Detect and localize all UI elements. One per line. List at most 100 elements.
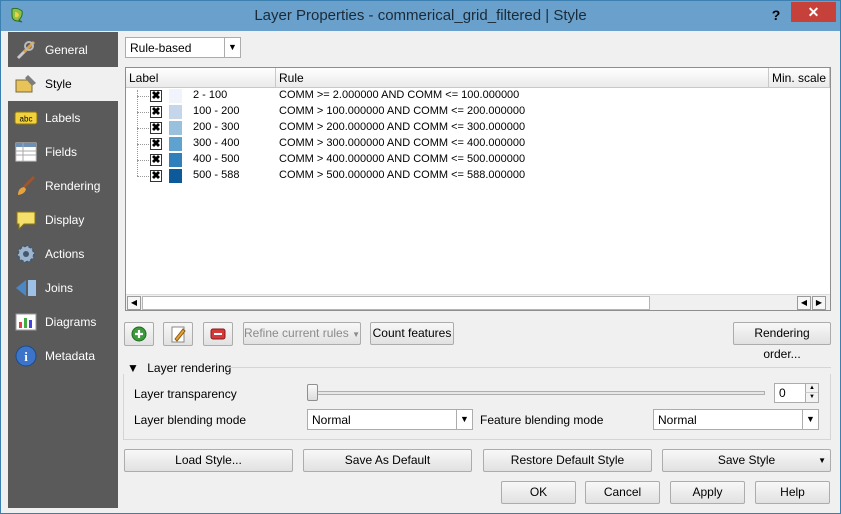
tree-branch-line	[137, 96, 151, 97]
edit-icon	[171, 326, 186, 343]
symbol-swatch[interactable]	[169, 153, 182, 167]
feature-blending-select[interactable]: Normal ▼	[653, 409, 819, 430]
metadata-info-icon: i	[15, 345, 37, 367]
transparency-value: 0	[779, 386, 786, 400]
rule-checkbox[interactable]: ✖	[150, 138, 162, 150]
column-header-label[interactable]: Label	[126, 68, 276, 88]
sidebar-item-rendering[interactable]: Rendering	[8, 169, 118, 203]
refine-rules-label: Refine current rules	[244, 326, 349, 340]
rule-checkbox[interactable]: ✖	[150, 122, 162, 134]
layer-blending-value: Normal	[312, 413, 351, 427]
rules-tree[interactable]: Label Rule Min. scale ✖ 2 - 100 COMM >= …	[125, 67, 831, 311]
symbol-swatch[interactable]	[169, 89, 182, 103]
save-style-button[interactable]: Save Style ▼	[662, 449, 831, 472]
sidebar-item-metadata[interactable]: i Metadata	[8, 339, 118, 373]
sidebar-item-joins[interactable]: Joins	[8, 271, 118, 305]
symbol-swatch[interactable]	[169, 169, 182, 183]
group-divider	[227, 367, 831, 368]
horizontal-scrollbar[interactable]: ◀ ◀ ▶	[126, 294, 830, 310]
rule-checkbox[interactable]: ✖	[150, 170, 162, 182]
context-help-button[interactable]: ?	[765, 5, 787, 25]
sidebar-item-diagrams[interactable]: Diagrams	[8, 305, 118, 339]
add-icon	[131, 326, 147, 342]
save-as-default-button[interactable]: Save As Default	[303, 449, 472, 472]
sidebar-item-fields[interactable]: Fields	[8, 135, 118, 169]
sidebar-item-label: Style	[45, 77, 72, 91]
layer-rendering-group-header[interactable]: ▼ Layer rendering	[127, 361, 231, 375]
symbol-swatch[interactable]	[169, 121, 182, 135]
rendering-order-button[interactable]: Rendering order...	[733, 322, 831, 361]
layer-blending-select[interactable]: Normal ▼	[307, 409, 473, 430]
table-row[interactable]: ✖ 2 - 100 COMM >= 2.000000 AND COMM <= 1…	[126, 88, 830, 104]
layer-blending-label: Layer blending mode	[134, 413, 247, 427]
rule-checkbox[interactable]: ✖	[150, 106, 162, 118]
sidebar-item-actions[interactable]: Actions	[8, 237, 118, 271]
help-button[interactable]: Help	[755, 481, 830, 504]
ok-button[interactable]: OK	[501, 481, 576, 504]
spin-down-icon[interactable]: ▼	[805, 393, 818, 402]
edit-rule-button[interactable]	[163, 322, 193, 346]
title-bar[interactable]: Layer Properties - commerical_grid_filte…	[1, 1, 840, 31]
table-row[interactable]: ✖ 100 - 200 COMM > 100.000000 AND COMM <…	[126, 104, 830, 120]
display-speech-icon	[16, 211, 36, 231]
close-button[interactable]: ✕	[791, 2, 836, 22]
transparency-slider-track[interactable]	[307, 391, 765, 395]
collapse-triangle-icon: ▼	[127, 361, 139, 375]
table-row[interactable]: ✖ 400 - 500 COMM > 400.000000 AND COMM <…	[126, 152, 830, 168]
rule-expression: COMM > 300.000000 AND COMM <= 400.000000	[279, 137, 526, 149]
add-rule-button[interactable]	[124, 322, 154, 346]
window-title: Layer Properties - commerical_grid_filte…	[254, 7, 587, 24]
apply-button[interactable]: Apply	[670, 481, 745, 504]
sidebar-item-label: Labels	[45, 111, 81, 125]
symbol-swatch[interactable]	[169, 105, 182, 119]
transparency-spinbox[interactable]: 0 ▲ ▼	[774, 383, 819, 403]
table-row[interactable]: ✖ 200 - 300 COMM > 200.000000 AND COMM <…	[126, 120, 830, 136]
table-row[interactable]: ✖ 300 - 400 COMM > 300.000000 AND COMM <…	[126, 136, 830, 152]
column-header-min-scale[interactable]: Min. scale	[769, 68, 830, 88]
column-header-rule[interactable]: Rule	[276, 68, 769, 88]
rule-label: 500 - 588	[193, 169, 240, 181]
sidebar-item-label: Rendering	[45, 179, 101, 193]
rule-expression: COMM > 100.000000 AND COMM <= 200.000000	[279, 105, 526, 117]
rule-label: 200 - 300	[193, 121, 240, 133]
symbol-swatch[interactable]	[169, 137, 182, 151]
scroll-left-icon[interactable]: ◀	[127, 296, 141, 310]
renderer-type-select[interactable]: Rule-based ▼	[125, 37, 241, 58]
remove-rule-button[interactable]	[203, 322, 233, 346]
scroll-left-icon[interactable]: ◀	[797, 296, 811, 310]
sidebar-item-general[interactable]: General	[8, 33, 118, 67]
sidebar: General Style abc Labels Fields Renderin…	[8, 32, 118, 508]
scrollbar-thumb[interactable]	[142, 296, 650, 310]
rule-label: 100 - 200	[193, 105, 240, 117]
rule-checkbox[interactable]: ✖	[150, 154, 162, 166]
chevron-down-icon: ▼	[818, 456, 826, 465]
rule-checkbox[interactable]: ✖	[150, 90, 162, 102]
joins-icon	[16, 280, 36, 296]
labels-icon: abc	[14, 111, 38, 125]
cancel-button[interactable]: Cancel	[585, 481, 660, 504]
tree-branch-line	[137, 176, 151, 177]
scroll-right-icon[interactable]: ▶	[812, 296, 826, 310]
chevron-down-icon: ▼	[224, 38, 240, 57]
sidebar-item-style[interactable]: Style	[8, 67, 118, 101]
transparency-slider-handle[interactable]	[307, 384, 318, 401]
count-features-button[interactable]: Count features	[370, 322, 454, 345]
rule-label: 300 - 400	[193, 137, 240, 149]
sidebar-item-label: Fields	[45, 145, 78, 159]
style-panel: Rule-based ▼ Label Rule Min. scale ✖ 2 -…	[119, 32, 840, 508]
sidebar-item-label: Display	[45, 213, 85, 227]
sidebar-item-label: Metadata	[45, 349, 96, 363]
load-style-button[interactable]: Load Style...	[124, 449, 293, 472]
spin-up-icon[interactable]: ▲	[805, 384, 818, 393]
chevron-down-icon: ▼	[802, 410, 818, 429]
sidebar-item-label: General	[45, 43, 88, 57]
actions-gear-icon	[17, 245, 35, 263]
sidebar-item-display[interactable]: Display	[8, 203, 118, 237]
rule-expression: COMM > 200.000000 AND COMM <= 300.000000	[279, 121, 526, 133]
sidebar-item-labels[interactable]: abc Labels	[8, 101, 118, 135]
refine-rules-button[interactable]: Refine current rules ▼	[243, 322, 361, 345]
layer-properties-window: Layer Properties - commerical_grid_filte…	[0, 0, 841, 514]
restore-default-style-button[interactable]: Restore Default Style	[483, 449, 652, 472]
feature-blending-value: Normal	[658, 413, 697, 427]
table-row[interactable]: ✖ 500 - 588 COMM > 500.000000 AND COMM <…	[126, 168, 830, 184]
